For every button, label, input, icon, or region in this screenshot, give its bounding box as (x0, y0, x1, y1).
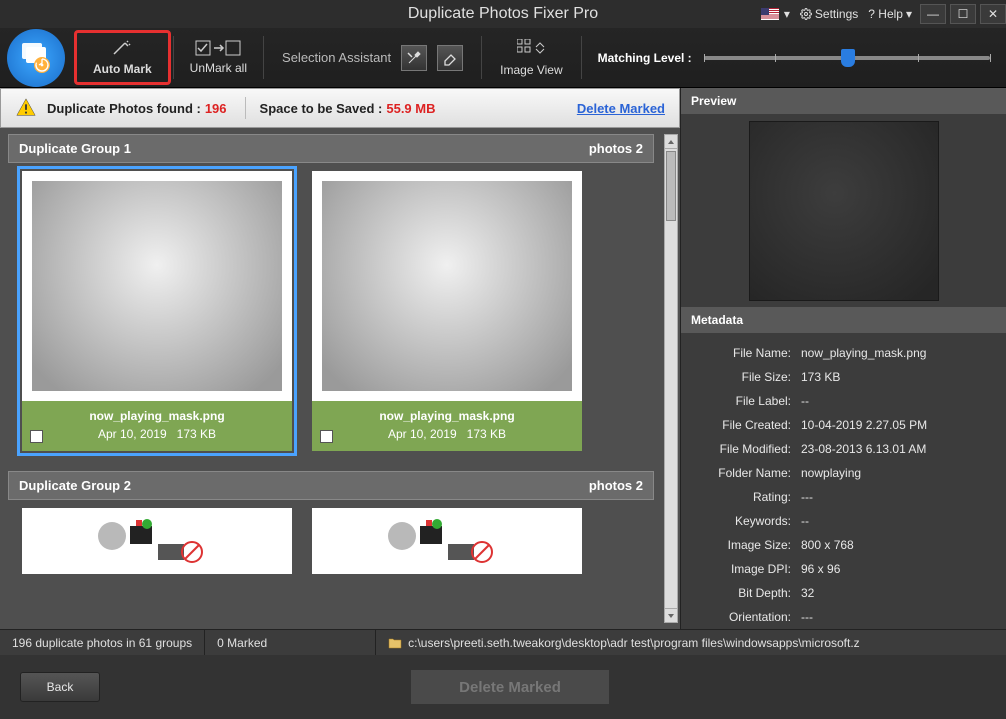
preview-image (749, 121, 939, 301)
metadata-row: File Name:now_playing_mask.png (691, 341, 996, 365)
grid-icon (517, 39, 545, 57)
preview-box (681, 114, 1006, 307)
metadata-row: Bit Depth:32 (691, 581, 996, 605)
space-label: Space to be Saved : (260, 101, 383, 116)
thumbnail-checkbox[interactable] (320, 430, 333, 443)
metadata-row: Folder Name:nowplaying (691, 461, 996, 485)
metadata-row: Keywords:-- (691, 509, 996, 533)
space-value: 55.9 MB (382, 101, 439, 116)
selection-tool-1-button[interactable] (401, 45, 427, 71)
group-title: Duplicate Group 1 (19, 141, 131, 156)
metadata-header: Metadata (681, 307, 1006, 333)
thumbnail-image (32, 181, 282, 391)
photo-thumbnail[interactable]: now_playing_mask.png Apr 10, 2019 173 KB (22, 171, 292, 451)
matching-level-control: Matching Level : (582, 28, 1006, 87)
maximize-button[interactable]: ☐ (950, 4, 976, 24)
chevron-down-icon (667, 612, 675, 620)
warning-icon (15, 97, 37, 119)
metadata-row: File Modified:23-08-2013 6.13.01 AM (691, 437, 996, 461)
scroll-up-button[interactable] (665, 135, 677, 149)
thumbnail-date: Apr 10, 2019 (98, 427, 167, 441)
thumbnail-filename: now_playing_mask.png (318, 409, 576, 423)
chevron-up-icon (667, 138, 675, 146)
folder-icon (388, 636, 402, 650)
wand-icon (111, 39, 133, 57)
matching-level-slider[interactable] (704, 56, 990, 60)
action-bar: Back Delete Marked (0, 655, 1006, 719)
language-selector[interactable]: ▾ (757, 7, 794, 21)
scrollbar-thumb[interactable] (666, 151, 676, 221)
matching-level-label: Matching Level : (598, 51, 692, 65)
auto-mark-button[interactable]: Auto Mark (74, 30, 171, 85)
title-bar: Duplicate Photos Fixer Pro ▾ Settings ? … (0, 0, 1006, 28)
status-summary: 196 duplicate photos in 61 groups (0, 636, 204, 650)
gear-icon (800, 8, 812, 20)
delete-marked-button[interactable]: Delete Marked (410, 669, 610, 705)
minimize-button[interactable]: — (920, 4, 946, 24)
chevron-down-icon: ▾ (784, 7, 790, 21)
side-panel: Preview Metadata File Name:now_playing_m… (680, 88, 1006, 629)
photo-thumbnail[interactable]: now_playing_mask.png Apr 10, 2019 173 KB (312, 171, 582, 451)
minimize-icon: — (927, 7, 939, 21)
found-count: 196 (201, 101, 231, 116)
eraser-icon (442, 50, 458, 66)
group-count: photos 2 (589, 478, 643, 493)
slider-thumb[interactable] (841, 49, 855, 67)
thumbnail-filename: now_playing_mask.png (28, 409, 286, 423)
metadata-table: File Name:now_playing_mask.png File Size… (681, 333, 1006, 629)
metadata-row: Image DPI:96 x 96 (691, 557, 996, 581)
thumbnail-size: 173 KB (467, 427, 506, 441)
image-view-button[interactable]: Image View (482, 28, 580, 87)
thumbnail-checkbox[interactable] (30, 430, 43, 443)
maximize-icon: ☐ (958, 7, 969, 21)
help-link[interactable]: ? Help ▾ (864, 7, 916, 21)
info-bar: Duplicate Photos found : 196 Space to be… (0, 88, 680, 128)
group-title: Duplicate Group 2 (19, 478, 131, 493)
thumbnail-size: 173 KB (177, 427, 216, 441)
results-area: Duplicate Group 1 photos 2 now_playing_m… (0, 128, 680, 629)
flag-us-icon (761, 8, 779, 20)
back-button[interactable]: Back (20, 672, 100, 702)
unmark-icon (195, 40, 241, 56)
selection-tool-2-button[interactable] (437, 45, 463, 71)
thumbnail-image (322, 181, 572, 391)
close-icon: ✕ (988, 7, 998, 21)
scroll-down-button[interactable] (665, 608, 677, 622)
metadata-row: File Size:173 KB (691, 365, 996, 389)
toolbar: Auto Mark UnMark all Selection Assistant… (0, 28, 1006, 88)
metadata-row: File Created:10-04-2019 2.27.05 PM (691, 413, 996, 437)
unmark-all-button[interactable]: UnMark all (174, 28, 263, 87)
settings-link[interactable]: Settings (796, 7, 862, 21)
tools-icon (406, 50, 422, 66)
group-header[interactable]: Duplicate Group 1 photos 2 (8, 134, 654, 163)
content: Duplicate Photos found : 196 Space to be… (0, 88, 1006, 629)
vertical-scrollbar[interactable] (664, 134, 678, 623)
found-label: Duplicate Photos found : (47, 101, 201, 116)
close-button[interactable]: ✕ (980, 4, 1006, 24)
metadata-row: Rating:--- (691, 485, 996, 509)
app-logo-icon (18, 40, 54, 76)
preview-header: Preview (681, 88, 1006, 114)
app-logo (0, 28, 72, 87)
delete-marked-link[interactable]: Delete Marked (577, 101, 665, 116)
metadata-row: File Label:-- (691, 389, 996, 413)
thumbnail-date: Apr 10, 2019 (388, 427, 457, 441)
status-path: c:\users\preeti.seth.tweakorg\desktop\ad… (376, 636, 1006, 650)
chevron-down-icon: ▾ (906, 7, 912, 21)
thumbnail-image (320, 516, 574, 566)
metadata-row: Orientation:--- (691, 605, 996, 629)
group-count: photos 2 (589, 141, 643, 156)
metadata-row: Image Size:800 x 768 (691, 533, 996, 557)
status-marked: 0 Marked (205, 636, 375, 650)
photo-thumbnail[interactable] (312, 508, 582, 574)
status-bar: 196 duplicate photos in 61 groups 0 Mark… (0, 629, 1006, 655)
selection-assistant: Selection Assistant (264, 28, 481, 87)
group-header[interactable]: Duplicate Group 2 photos 2 (8, 471, 654, 500)
thumbnail-image (30, 516, 284, 566)
main-panel: Duplicate Photos found : 196 Space to be… (0, 88, 680, 629)
selection-assistant-label: Selection Assistant (282, 50, 391, 65)
window-title: Duplicate Photos Fixer Pro (408, 5, 598, 23)
photo-thumbnail[interactable] (22, 508, 292, 574)
